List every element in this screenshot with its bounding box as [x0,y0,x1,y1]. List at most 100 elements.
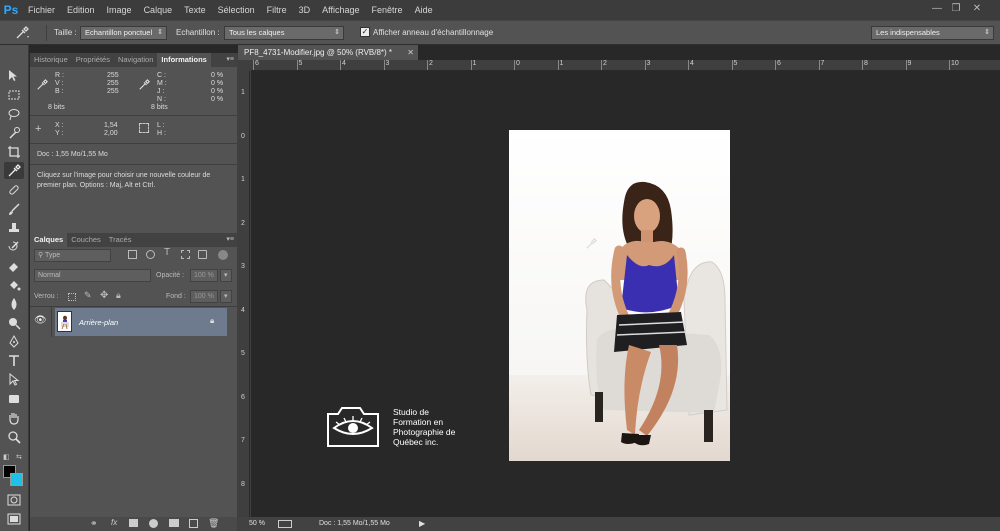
tab-couches[interactable]: Couches [67,233,105,247]
visibility-eye-icon[interactable]: 👁︎ [34,315,47,326]
brush-tool-icon[interactable] [4,200,24,217]
blur-tool-icon[interactable] [4,295,24,312]
afficher-anneau-checkbox[interactable]: ✓ [360,27,370,37]
history-brush-tool-icon[interactable] [4,238,24,255]
ruler-vertical[interactable]: 10123456789 [238,71,250,531]
layer-row[interactable]: Arrière-plan 🔒︎ [55,308,227,336]
studio-logo-text: Studio de Formation en Photographie de Q… [393,407,483,447]
zoom-level[interactable]: 50 % [249,517,265,531]
opacity-slider-arrow[interactable]: ▾ [220,269,232,282]
lasso-tool-icon[interactable] [4,105,24,122]
new-layer-icon[interactable] [189,519,198,528]
lock-pixels-icon[interactable]: ✎ [84,290,92,301]
restore-button[interactable]: ❐ [949,3,963,15]
menu-texte[interactable]: Texte [178,0,212,20]
ruler-origin[interactable] [238,60,251,71]
link-layers-icon[interactable]: ⚭ [90,518,98,529]
eyedropper-preset-icon[interactable] [14,26,30,42]
pen-tool-icon[interactable] [4,333,24,350]
y-value: 2,00 [104,130,118,137]
filter-adjustment-icon[interactable] [146,250,155,259]
trash-icon[interactable]: 🗑︎ [208,518,219,529]
dodge-tool-icon[interactable] [4,314,24,331]
camera-eye-icon [327,407,379,447]
menu-selection[interactable]: Sélection [212,0,261,20]
tab-historique[interactable]: Historique [30,53,72,67]
swap-colors-icon[interactable]: ⇆ [16,453,22,461]
filter-smart-object-icon[interactable] [198,250,207,259]
fill-slider-arrow[interactable]: ▾ [220,290,232,303]
new-group-icon[interactable] [169,519,179,527]
paint-bucket-tool-icon[interactable] [4,276,24,293]
filter-toggle-icon[interactable] [218,250,228,260]
zoom-tool-icon[interactable] [4,428,24,445]
tab-proprietes[interactable]: Propriétés [72,53,114,67]
menu-aide[interactable]: Aide [409,0,439,20]
type-tool-icon[interactable] [4,352,24,369]
fill-field[interactable]: 100 % [190,290,218,303]
panel-menu-icon[interactable]: ▾≡ [226,55,234,63]
background-color-swatch[interactable] [10,473,23,486]
quick-selection-tool-icon[interactable] [4,124,24,141]
layer-filter-select[interactable]: ⚲ Type [34,249,111,262]
tab-navigation[interactable]: Navigation [114,53,157,67]
document-tab[interactable]: PF8_4731-Modifier.jpg @ 50% (RVB/8*) * ✕ [238,45,418,60]
c-label: C : [157,72,166,79]
close-button[interactable]: ✕ [970,3,984,15]
filter-pixel-icon[interactable] [128,250,137,259]
b-value: 255 [107,88,119,95]
lock-all-icon[interactable]: 🔒︎ [116,290,121,301]
workspace-select[interactable]: Les indispensables ⇕ [871,26,994,40]
tab-informations[interactable]: Informations [157,53,211,67]
clone-stamp-tool-icon[interactable] [4,219,24,236]
ruler-tick [949,60,950,70]
ruler-tick-label: 3 [385,60,390,67]
marquee-tool-icon[interactable] [4,86,24,103]
rectangle-tool-icon[interactable] [4,390,24,407]
divider [51,307,52,337]
screen-mode-icon[interactable] [4,510,24,527]
menu-fenetre[interactable]: Fenêtre [366,0,409,20]
n-label: N : [157,96,166,103]
studio-line: Studio de [393,407,429,417]
tab-traces[interactable]: Tracés [105,233,136,247]
document-canvas[interactable] [509,130,730,461]
document-tab-title: PF8_4731-Modifier.jpg @ 50% (RVB/8*) * [244,48,393,57]
path-selection-tool-icon[interactable] [4,371,24,388]
menu-filtre[interactable]: Filtre [261,0,293,20]
menu-3d[interactable]: 3D [293,0,317,20]
filter-shape-icon[interactable] [181,250,190,259]
filter-type-icon[interactable]: T [164,247,170,258]
fx-icon[interactable]: fx [111,518,117,527]
move-tool-icon[interactable] [4,67,24,84]
adjustment-layer-icon[interactable] [149,519,158,528]
hand-tool-icon[interactable] [4,409,24,426]
tab-calques[interactable]: Calques [30,233,68,247]
proof-icon[interactable] [278,520,292,528]
lock-position-icon[interactable]: ✥ [100,290,108,301]
menu-edition[interactable]: Edition [61,0,101,20]
ruler-horizontal[interactable]: 6 5 4 3 2 1 0 1 2 3 4 5 6 7 8 9 10 [251,60,1000,71]
status-menu-arrow-icon[interactable]: ▶ [419,517,425,531]
taille-select[interactable]: Echantillon ponctuel ⇕ [80,26,167,40]
healing-brush-tool-icon[interactable] [4,181,24,198]
minimize-button[interactable]: — [930,3,944,15]
eraser-tool-icon[interactable] [4,257,24,274]
close-tab-icon[interactable]: ✕ [407,45,414,60]
layers-panel-tabs: Calques Couches Tracés ▾≡ [30,233,237,247]
eyedropper-tool-icon[interactable] [4,162,24,179]
default-colors-icon[interactable]: ◧ [3,453,10,461]
menu-image[interactable]: Image [101,0,138,20]
panel-menu-icon[interactable]: ▾≡ [226,235,234,243]
add-mask-icon[interactable] [129,519,138,527]
lock-transparent-icon[interactable] [68,293,76,301]
menu-affichage[interactable]: Affichage [316,0,365,20]
opacity-field[interactable]: 100 % [190,269,218,282]
menu-calque[interactable]: Calque [138,0,179,20]
quick-mask-icon[interactable] [4,491,24,508]
ruler-tick-label: 2 [429,60,433,67]
echantillon-select[interactable]: Tous les calques ⇕ [224,26,344,40]
menu-fichier[interactable]: Fichier [22,0,61,20]
crop-tool-icon[interactable] [4,143,24,160]
blend-mode-select[interactable]: Normal [34,269,151,282]
